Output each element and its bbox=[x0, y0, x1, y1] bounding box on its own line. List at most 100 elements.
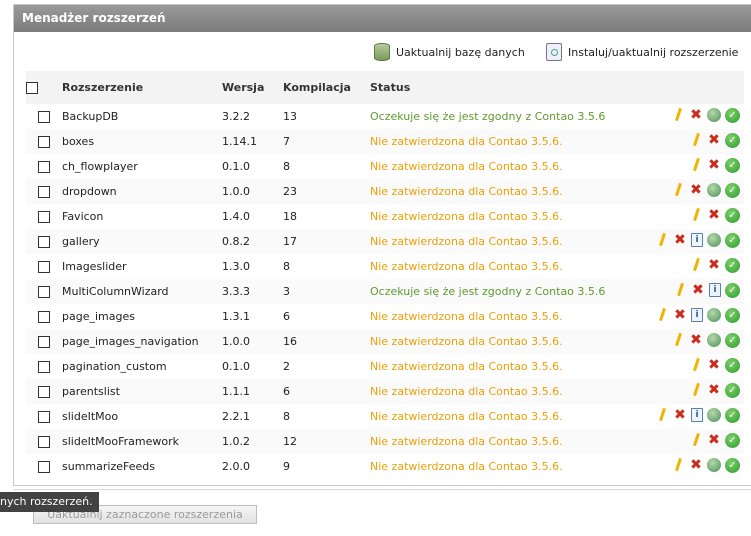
delete-icon[interactable]: ✖ bbox=[689, 108, 703, 122]
enabled-check-icon[interactable]: ✓ bbox=[725, 307, 740, 323]
enabled-check-icon[interactable]: ✓ bbox=[725, 107, 740, 123]
delete-icon[interactable]: ✖ bbox=[707, 358, 721, 372]
column-header-status: Status bbox=[370, 81, 411, 94]
row-checkbox[interactable] bbox=[38, 261, 50, 273]
row-checkbox[interactable] bbox=[38, 111, 50, 123]
extension-status: Nie zatwierdzona dla Contao 3.5.6. bbox=[370, 360, 563, 373]
enabled-check-icon[interactable]: ✓ bbox=[725, 382, 740, 398]
update-icon[interactable] bbox=[707, 183, 721, 198]
install-extension-button[interactable]: Instaluj/uaktualnij rozszerzenie bbox=[546, 41, 738, 63]
extension-version: 2.2.1 bbox=[222, 410, 250, 423]
enabled-check-icon[interactable]: ✓ bbox=[725, 157, 740, 173]
update-icon[interactable] bbox=[707, 308, 721, 323]
update-database-button[interactable]: Uaktualnij bazę danych bbox=[374, 41, 525, 63]
delete-icon[interactable]: ✖ bbox=[689, 458, 703, 472]
row-checkbox[interactable] bbox=[38, 136, 50, 148]
edit-icon[interactable] bbox=[689, 358, 703, 372]
delete-icon[interactable]: ✖ bbox=[707, 433, 721, 447]
row-checkbox[interactable] bbox=[38, 286, 50, 298]
enabled-check-icon[interactable]: ✓ bbox=[725, 357, 740, 373]
update-icon[interactable] bbox=[707, 333, 721, 348]
row-actions: ✖ ✓ bbox=[635, 154, 744, 179]
row-checkbox[interactable] bbox=[38, 461, 50, 473]
table-row: pagination_custom 0.1.0 2 Nie zatwierdzona … bbox=[26, 354, 744, 379]
edit-icon[interactable] bbox=[689, 383, 703, 397]
row-actions: ✖ ✓ bbox=[635, 254, 744, 279]
row-checkbox[interactable] bbox=[38, 411, 50, 423]
delete-icon[interactable]: ✖ bbox=[673, 308, 687, 322]
info-icon[interactable]: i bbox=[691, 408, 703, 423]
update-icon[interactable] bbox=[707, 108, 721, 123]
enabled-check-icon[interactable]: ✓ bbox=[725, 407, 740, 423]
row-checkbox-cell bbox=[26, 154, 62, 179]
update-icon[interactable] bbox=[707, 233, 721, 248]
enabled-check-icon[interactable]: ✓ bbox=[725, 207, 740, 223]
delete-icon[interactable]: ✖ bbox=[707, 383, 721, 397]
extension-name: parentslist bbox=[62, 385, 120, 398]
row-checkbox-cell bbox=[26, 254, 62, 279]
table-row: Favicon 1.4.0 18 Nie zatwierdzona dla Conta… bbox=[26, 204, 744, 229]
row-checkbox[interactable] bbox=[38, 236, 50, 248]
extension-version: 0.1.0 bbox=[222, 160, 250, 173]
edit-icon[interactable] bbox=[671, 333, 685, 347]
delete-icon[interactable]: ✖ bbox=[673, 408, 687, 422]
row-checkbox[interactable] bbox=[38, 386, 50, 398]
delete-icon[interactable]: ✖ bbox=[689, 333, 703, 347]
enabled-check-icon[interactable]: ✓ bbox=[725, 257, 740, 273]
extension-name: Imageslider bbox=[62, 260, 127, 273]
row-checkbox[interactable] bbox=[38, 161, 50, 173]
edit-icon[interactable] bbox=[689, 433, 703, 447]
row-actions: ✖ i ✓ bbox=[635, 304, 744, 329]
enabled-check-icon[interactable]: ✓ bbox=[725, 182, 740, 198]
row-actions: ✖ ✓ bbox=[635, 204, 744, 229]
row-checkbox[interactable] bbox=[38, 336, 50, 348]
delete-icon[interactable]: ✖ bbox=[707, 158, 721, 172]
edit-icon[interactable] bbox=[655, 233, 669, 247]
enabled-check-icon[interactable]: ✓ bbox=[725, 432, 740, 448]
delete-icon[interactable]: ✖ bbox=[707, 133, 721, 147]
edit-icon[interactable] bbox=[655, 308, 669, 322]
row-checkbox-cell bbox=[26, 104, 62, 129]
delete-icon[interactable]: ✖ bbox=[691, 283, 705, 297]
edit-icon[interactable] bbox=[689, 208, 703, 222]
row-checkbox[interactable] bbox=[38, 211, 50, 223]
edit-icon[interactable] bbox=[671, 458, 685, 472]
toolbar: Uaktualnij bazę danych Instaluj/uaktualn… bbox=[14, 41, 751, 63]
edit-icon[interactable] bbox=[673, 283, 687, 297]
row-checkbox[interactable] bbox=[38, 436, 50, 448]
info-icon[interactable]: i bbox=[691, 233, 703, 248]
enabled-check-icon[interactable]: ✓ bbox=[725, 232, 740, 248]
edit-icon[interactable] bbox=[671, 183, 685, 197]
extension-manager-panel: Menadżer rozszerzeń Uaktualnij bazę dany… bbox=[13, 4, 751, 486]
extension-version: 0.8.2 bbox=[222, 235, 250, 248]
enabled-check-icon[interactable]: ✓ bbox=[725, 132, 740, 148]
edit-icon[interactable] bbox=[689, 258, 703, 272]
enabled-check-icon[interactable]: ✓ bbox=[725, 282, 740, 298]
extension-name: MultiColumnWizard bbox=[62, 285, 169, 298]
extension-name: summarizeFeeds bbox=[62, 460, 155, 473]
info-icon[interactable]: i bbox=[691, 308, 703, 323]
tooltip: nych rozszerzeń. bbox=[0, 492, 99, 512]
row-checkbox[interactable] bbox=[38, 361, 50, 373]
extension-status: Nie zatwierdzona dla Contao 3.5.6. bbox=[370, 260, 563, 273]
delete-icon[interactable]: ✖ bbox=[707, 208, 721, 222]
info-icon[interactable]: i bbox=[709, 283, 721, 298]
extension-build: 8 bbox=[283, 410, 290, 423]
enabled-check-icon[interactable]: ✓ bbox=[725, 457, 740, 473]
update-icon[interactable] bbox=[707, 458, 721, 473]
edit-icon[interactable] bbox=[655, 408, 669, 422]
row-checkbox[interactable] bbox=[38, 311, 50, 323]
extension-build: 18 bbox=[283, 210, 297, 223]
row-checkbox[interactable] bbox=[38, 186, 50, 198]
edit-icon[interactable] bbox=[689, 133, 703, 147]
update-icon[interactable] bbox=[707, 408, 721, 423]
select-all-checkbox[interactable] bbox=[26, 82, 38, 94]
table-row: parentslist 1.1.1 6 Nie zatwierdzona dla Co… bbox=[26, 379, 744, 404]
edit-icon[interactable] bbox=[671, 108, 685, 122]
enabled-check-icon[interactable]: ✓ bbox=[725, 332, 740, 348]
delete-icon[interactable]: ✖ bbox=[707, 258, 721, 272]
install-extension-label: Instaluj/uaktualnij rozszerzenie bbox=[568, 45, 739, 59]
delete-icon[interactable]: ✖ bbox=[673, 233, 687, 247]
delete-icon[interactable]: ✖ bbox=[689, 183, 703, 197]
edit-icon[interactable] bbox=[689, 158, 703, 172]
